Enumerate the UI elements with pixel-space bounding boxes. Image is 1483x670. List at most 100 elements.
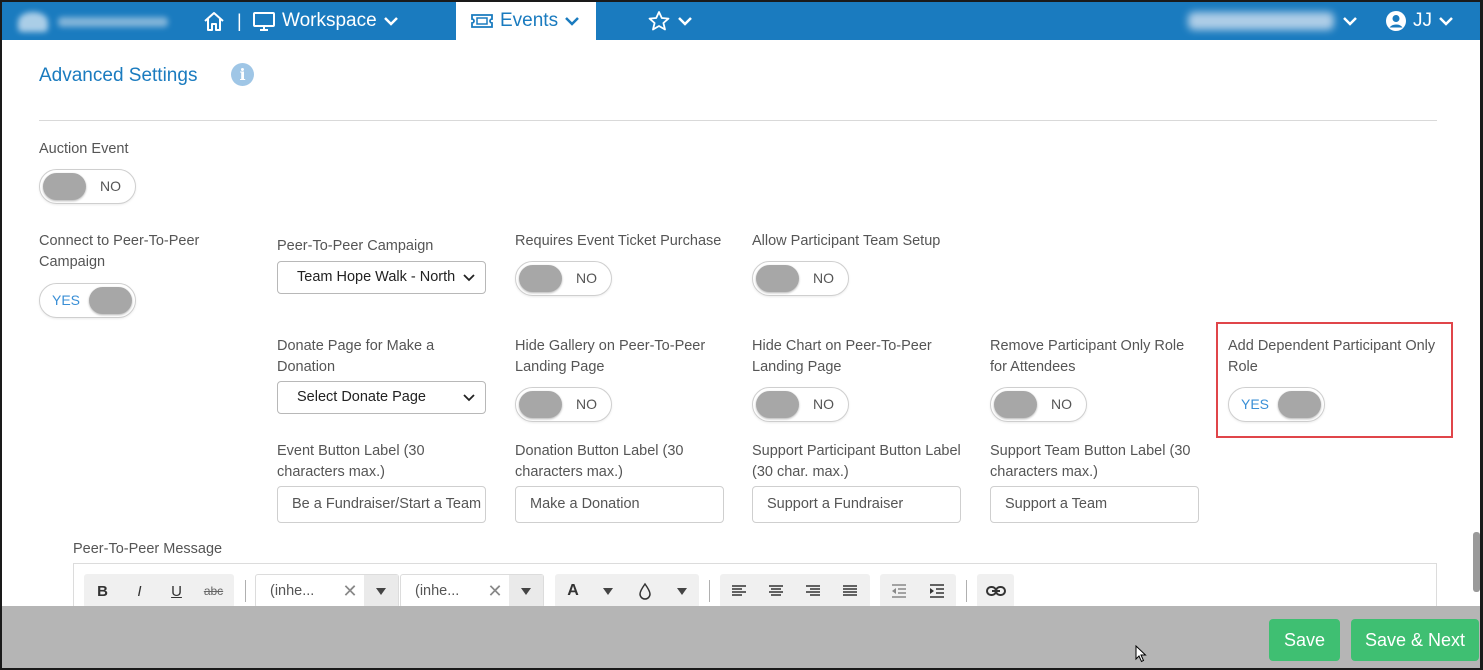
link-group bbox=[977, 574, 1014, 608]
donate-page-select[interactable]: Select Donate Page bbox=[277, 381, 486, 414]
favorites-nav[interactable] bbox=[647, 2, 693, 40]
auction-event-toggle[interactable]: NO bbox=[39, 169, 136, 204]
donate-page-label: Donate Page for Make a Donation bbox=[277, 338, 435, 375]
remove-participant-role-toggle[interactable]: NO bbox=[990, 387, 1087, 422]
auction-event-label: Auction Event bbox=[39, 141, 129, 157]
caret-down-icon bbox=[603, 587, 613, 595]
highlight-color-button[interactable] bbox=[625, 574, 665, 608]
toggle-state: NO bbox=[813, 396, 834, 412]
toolbar-separator bbox=[245, 580, 246, 602]
clear-icon[interactable]: ✕ bbox=[336, 581, 364, 602]
bottom-action-bar bbox=[2, 606, 1480, 668]
italic-button[interactable]: I bbox=[121, 574, 158, 608]
add-dependent-role-label: Add Dependent Participant Only Role bbox=[1228, 338, 1436, 375]
align-right-icon bbox=[805, 585, 820, 596]
toggle-knob bbox=[43, 173, 86, 200]
color-group: A bbox=[555, 574, 699, 608]
hide-gallery-toggle[interactable]: NO bbox=[515, 387, 612, 422]
bold-button[interactable]: B bbox=[84, 574, 121, 608]
droplet-icon bbox=[639, 582, 651, 600]
chevron-down-icon bbox=[459, 262, 479, 293]
toggle-knob bbox=[994, 391, 1037, 418]
font-size-combo[interactable]: (inhe... ✕ bbox=[400, 574, 544, 608]
indent-button[interactable] bbox=[918, 574, 956, 608]
toggle-state: NO bbox=[576, 396, 597, 412]
remove-participant-role-label: Remove Participant Only Role for Attende… bbox=[990, 338, 1185, 375]
support-participant-label-input[interactable]: Support a Fundraiser bbox=[752, 486, 961, 523]
toggle-state: YES bbox=[1241, 396, 1270, 412]
requires-ticket-toggle[interactable]: NO bbox=[515, 261, 612, 296]
align-right-button[interactable] bbox=[794, 574, 831, 608]
donation-button-label-input[interactable]: Make a Donation bbox=[515, 486, 724, 523]
strikethrough-button[interactable]: abc bbox=[195, 574, 232, 608]
chevron-down-icon bbox=[383, 17, 398, 26]
font-color-caret[interactable] bbox=[591, 574, 625, 608]
toggle-knob bbox=[756, 265, 799, 292]
align-center-button[interactable] bbox=[757, 574, 794, 608]
add-dependent-role-toggle[interactable]: YES bbox=[1228, 387, 1325, 422]
link-icon bbox=[985, 586, 1006, 596]
chevron-down-icon bbox=[459, 382, 479, 413]
highlight-color-caret[interactable] bbox=[665, 574, 699, 608]
hide-chart-toggle[interactable]: NO bbox=[752, 387, 849, 422]
info-icon[interactable]: i bbox=[231, 63, 254, 86]
organization-name[interactable] bbox=[1188, 12, 1334, 30]
toggle-knob bbox=[519, 391, 562, 418]
underline-button[interactable]: U bbox=[158, 574, 195, 608]
section-title: Advanced Settings bbox=[39, 65, 198, 86]
requires-ticket-label: Requires Event Ticket Purchase bbox=[515, 233, 722, 249]
toggle-knob bbox=[89, 287, 132, 314]
user-circle-icon bbox=[1386, 11, 1406, 31]
outdent-button[interactable] bbox=[880, 574, 918, 608]
link-button[interactable] bbox=[977, 574, 1014, 608]
outdent-icon bbox=[892, 584, 906, 598]
support-team-label-label: Support Team Button Label (30 characters… bbox=[990, 443, 1191, 480]
workspace-nav[interactable]: Workspace bbox=[252, 2, 399, 40]
connect-p2p-toggle[interactable]: YES bbox=[39, 283, 136, 318]
connect-p2p-label: Connect to Peer-To-Peer Campaign bbox=[39, 233, 200, 270]
toggle-knob bbox=[1278, 391, 1321, 418]
justify-button[interactable] bbox=[831, 574, 868, 608]
allow-team-setup-toggle[interactable]: NO bbox=[752, 261, 849, 296]
donation-button-label-label: Donation Button Label (30 characters max… bbox=[515, 443, 684, 480]
events-label: Events bbox=[500, 10, 559, 31]
star-icon bbox=[648, 11, 670, 31]
p2p-message-label: Peer-To-Peer Message bbox=[73, 541, 223, 557]
save-button[interactable]: Save bbox=[1269, 619, 1340, 661]
align-left-button[interactable] bbox=[720, 574, 757, 608]
save-next-button[interactable]: Save & Next bbox=[1351, 619, 1479, 661]
align-group bbox=[720, 574, 870, 608]
toggle-state: NO bbox=[813, 270, 834, 286]
vertical-scrollbar[interactable] bbox=[1473, 532, 1480, 592]
toolbar-separator bbox=[966, 580, 967, 602]
workspace-label: Workspace bbox=[282, 10, 377, 31]
user-menu[interactable]: JJ bbox=[1385, 2, 1454, 40]
p2p-campaign-select[interactable]: Team Hope Walk - North bbox=[277, 261, 486, 294]
format-group: B I U abc bbox=[84, 574, 234, 608]
caret-down-icon[interactable] bbox=[509, 575, 543, 607]
caret-down-icon[interactable] bbox=[364, 575, 398, 607]
nav-divider: | bbox=[237, 10, 242, 31]
org-dropdown[interactable] bbox=[1342, 2, 1358, 40]
toggle-state: YES bbox=[52, 292, 81, 308]
events-nav[interactable]: Events bbox=[456, 2, 596, 40]
support-team-label-input[interactable]: Support a Team bbox=[990, 486, 1199, 523]
caret-down-icon bbox=[677, 587, 687, 595]
p2p-campaign-label: Peer-To-Peer Campaign bbox=[277, 238, 434, 254]
chevron-down-icon bbox=[1439, 17, 1453, 26]
clear-icon[interactable]: ✕ bbox=[481, 581, 509, 602]
align-center-icon bbox=[768, 585, 783, 596]
justify-icon bbox=[842, 585, 857, 596]
home-nav[interactable] bbox=[202, 2, 226, 40]
monitor-icon bbox=[253, 12, 275, 31]
top-nav: | Workspace Events JJ bbox=[2, 2, 1480, 40]
ticket-icon bbox=[471, 14, 493, 28]
hide-chart-label: Hide Chart on Peer-To-Peer Landing Page bbox=[752, 338, 932, 375]
font-family-value: (inhe... bbox=[270, 583, 315, 599]
app-frame: | Workspace Events JJ Advanced Settings … bbox=[0, 0, 1483, 670]
mouse-cursor-icon bbox=[1135, 645, 1147, 663]
font-color-button[interactable]: A bbox=[555, 574, 591, 608]
event-button-label-input[interactable]: Be a Fundraiser/Start a Team bbox=[277, 486, 486, 523]
chevron-down-icon bbox=[565, 17, 579, 26]
font-family-combo[interactable]: (inhe... ✕ bbox=[255, 574, 399, 608]
